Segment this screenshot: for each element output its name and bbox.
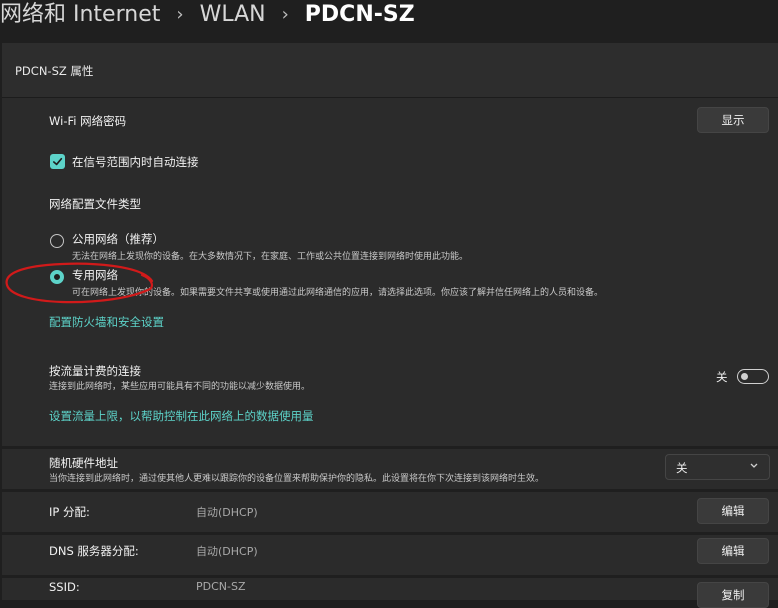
metered-connection-label: 按流量计费的连接 bbox=[49, 364, 141, 378]
chevron-right-icon: › bbox=[176, 4, 184, 25]
panel-header: PDCN-SZ 属性 bbox=[2, 43, 778, 98]
ip-edit-button[interactable]: 编辑 bbox=[697, 498, 769, 524]
show-password-button[interactable]: 显示 bbox=[697, 107, 769, 133]
wifi-password-label: Wi-Fi 网络密码 bbox=[49, 114, 127, 128]
public-network-label: 公用网络（推荐） bbox=[72, 232, 164, 246]
metered-connection-toggle[interactable] bbox=[737, 369, 769, 384]
toggle-knob bbox=[741, 372, 748, 380]
chevron-down-icon bbox=[750, 463, 758, 468]
metered-toggle-label: 关 bbox=[716, 370, 728, 384]
properties-panel: PDCN-SZ 属性 Wi-Fi 网络密码 显示 在信号范围内时自动连接 网络配… bbox=[2, 43, 778, 608]
wifi-settings-section: Wi-Fi 网络密码 显示 在信号范围内时自动连接 网络配置文件类型 公用网络（… bbox=[2, 98, 778, 390]
public-network-radio[interactable] bbox=[50, 234, 64, 248]
firewall-settings-link[interactable]: 配置防火墙和安全设置 bbox=[49, 314, 164, 330]
checkmark-icon bbox=[53, 157, 63, 166]
breadcrumb: 网络和 Internet › WLAN › PDCN-SZ bbox=[0, 0, 778, 30]
dns-section: DNS 服务器分配: 自动(DHCP) 编辑 bbox=[2, 535, 778, 575]
auto-connect-checkbox[interactable] bbox=[50, 154, 65, 169]
profile-type-heading: 网络配置文件类型 bbox=[49, 197, 141, 211]
random-mac-label: 随机硬件地址 bbox=[49, 456, 118, 470]
private-network-radio[interactable] bbox=[50, 270, 64, 284]
private-network-label: 专用网络 bbox=[72, 268, 118, 282]
ip-label: IP 分配: bbox=[49, 505, 90, 519]
data-limit-link[interactable]: 设置流量上限，以帮助控制在此网络上的数据使用量 bbox=[49, 408, 314, 424]
metered-connection-section: 按流量计费的连接 连接到此网络时，某些应用可能具有不同的功能以减少数据使用。 关… bbox=[2, 356, 778, 446]
metered-connection-description: 连接到此网络时，某些应用可能具有不同的功能以减少数据使用。 bbox=[49, 382, 311, 392]
ssid-section: SSID: PDCN-SZ 复制 bbox=[2, 578, 778, 608]
breadcrumb-wlan[interactable]: WLAN bbox=[200, 2, 266, 28]
random-mac-value: 关 bbox=[676, 461, 688, 475]
dns-label: DNS 服务器分配: bbox=[49, 544, 139, 558]
ip-section: IP 分配: 自动(DHCP) 编辑 bbox=[2, 492, 778, 532]
auto-connect-label: 在信号范围内时自动连接 bbox=[72, 155, 199, 169]
dns-value: 自动(DHCP) bbox=[196, 545, 258, 558]
random-mac-description: 当你连接到此网络时，通过使其他人更难以跟踪你的设备位置来帮助保护你的隐私。此设置… bbox=[49, 474, 545, 484]
ssid-label: SSID: bbox=[49, 580, 80, 594]
chevron-right-icon: › bbox=[281, 4, 289, 25]
random-mac-section: 随机硬件地址 当你连接到此网络时，通过使其他人更难以跟踪你的设备位置来帮助保护你… bbox=[2, 449, 778, 489]
copy-ssid-button[interactable]: 复制 bbox=[697, 582, 769, 608]
ip-value: 自动(DHCP) bbox=[196, 506, 258, 519]
panel-title: PDCN-SZ 属性 bbox=[15, 64, 94, 78]
private-network-description: 可在网络上发现你的设备。如果需要文件共享或使用通过此网络通信的应用，请选择此选项… bbox=[72, 288, 604, 298]
ssid-value: PDCN-SZ bbox=[196, 580, 246, 593]
random-mac-dropdown[interactable]: 关 bbox=[665, 454, 770, 480]
public-network-description: 无法在网络上发现你的设备。在大多数情况下，在家庭、工作或公共位置连接到网络时使用… bbox=[72, 252, 469, 262]
dns-edit-button[interactable]: 编辑 bbox=[697, 538, 769, 564]
breadcrumb-network-internet[interactable]: 网络和 Internet bbox=[0, 2, 160, 28]
page-title: PDCN-SZ bbox=[304, 2, 415, 27]
